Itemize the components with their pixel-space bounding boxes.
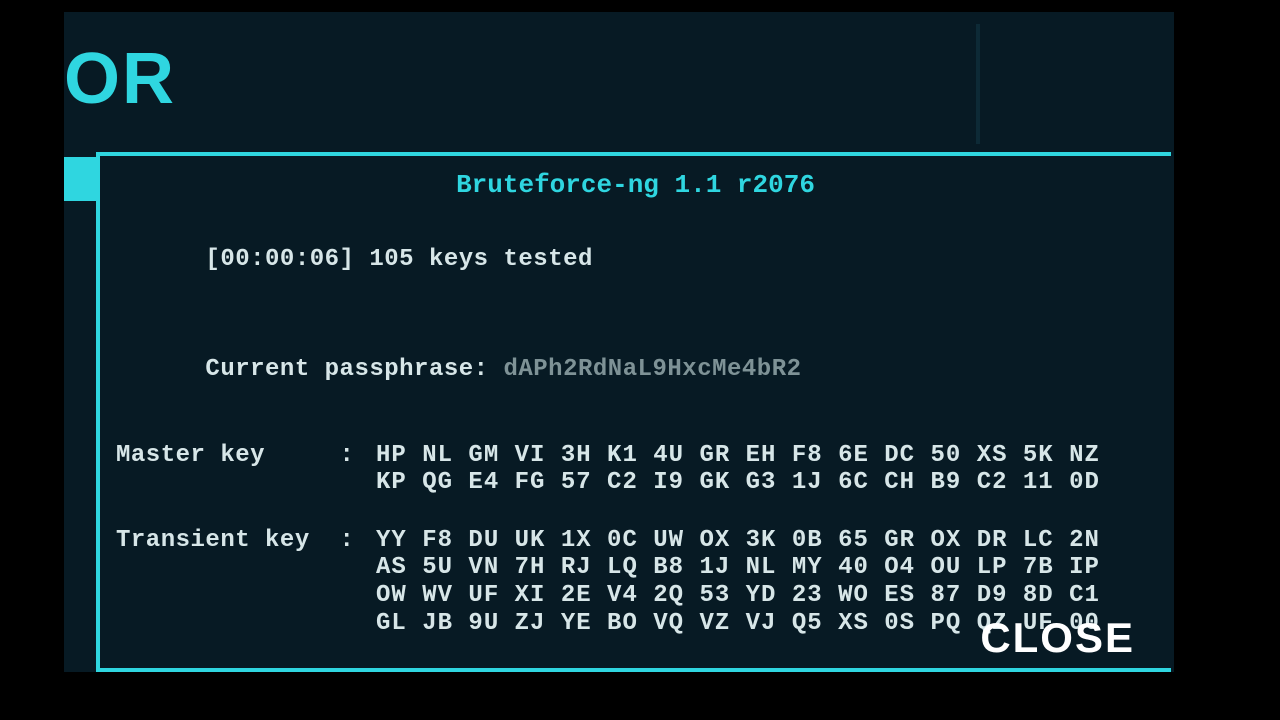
panel-title: Bruteforce-ng 1.1 r2076 — [116, 170, 1155, 200]
close-button[interactable]: CLOSE — [980, 614, 1135, 662]
passphrase-label: Current passphrase: — [205, 356, 503, 383]
bruteforce-panel: Bruteforce-ng 1.1 r2076 [00:00:06] 105 k… — [96, 152, 1171, 672]
master-key-row: HP NL GM VI 3H K1 4U GR EH F8 6E DC 50 X… — [376, 442, 1100, 470]
logo-fragment: OR — [64, 38, 176, 120]
passphrase-line: Current passphrase: dAPh2RdNaL9HxcMe4bR2 — [116, 329, 1155, 412]
terminal-screen: OR Bruteforce-ng 1.1 r2076 [00:00:06] 10… — [64, 12, 1174, 672]
master-key-label: Master key : — [116, 442, 376, 497]
transient-key-row: AS 5U VN 7H RJ LQ B8 1J NL MY 40 O4 OU L… — [376, 554, 1100, 582]
transient-key-row: OW WV UF XI 2E V4 2Q 53 YD 23 WO ES 87 D… — [376, 582, 1100, 610]
transient-key-label: Transient key : — [116, 527, 376, 637]
master-key-block: Master key : HP NL GM VI 3H K1 4U GR EH … — [116, 442, 1155, 497]
passphrase-value: dAPh2RdNaL9HxcMe4bR2 — [503, 356, 801, 383]
keys-tested: 105 keys tested — [369, 246, 593, 273]
elapsed-time: [00:00:06] — [205, 246, 354, 273]
transient-key-row: YY F8 DU UK 1X 0C UW OX 3K 0B 65 GR OX D… — [376, 527, 1100, 555]
status-line: [00:00:06] 105 keys tested — [116, 218, 1155, 301]
master-key-row: KP QG E4 FG 57 C2 I9 GK G3 1J 6C CH B9 C… — [376, 469, 1100, 497]
active-tab-stub[interactable] — [64, 157, 96, 201]
divider — [976, 24, 980, 144]
